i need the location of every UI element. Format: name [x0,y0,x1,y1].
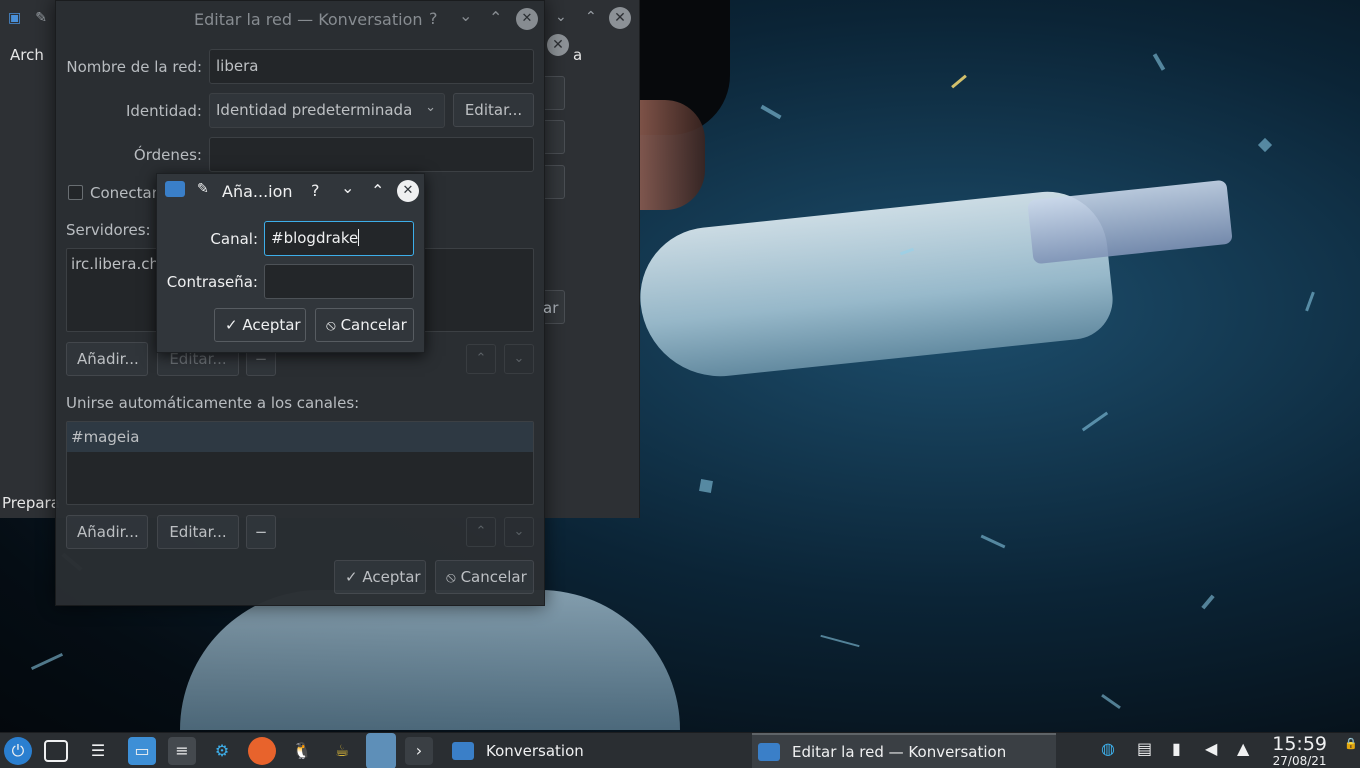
network-globe-icon[interactable]: ◍ [1101,739,1115,758]
help-icon[interactable]: ? [429,9,438,28]
printer-icon[interactable]: ▤ [1137,739,1152,758]
channel-cancel-button[interactable]: ⦸ Cancelar [315,308,414,342]
show-desktop-icon[interactable] [44,740,68,762]
file-manager-icon[interactable]: ▭ [128,737,156,765]
task-edit-network[interactable]: Editar la red — Konversation [752,733,1056,768]
task-label: Editar la red — Konversation [792,743,1007,761]
channels-remove-button[interactable]: − [246,515,276,549]
chevron-down-icon: ⌄ [425,100,436,115]
menu-partial-right: a [573,46,583,64]
menu-archivo[interactable]: Arch [10,46,44,64]
dialog-title: Aña...ion [222,182,293,201]
lock-icon[interactable]: 🔒 [1344,737,1358,750]
server-move-down-button[interactable]: ⌄ [504,344,534,374]
status-bar-text: Prepara [2,494,60,512]
terminal-icon[interactable]: › [405,737,433,765]
channel-move-down-button[interactable]: ⌄ [504,517,534,547]
background-button-3[interactable] [543,165,565,199]
close-tab-icon[interactable]: ✕ [547,34,569,56]
network-name-label: Nombre de la red: [66,58,202,76]
identity-edit-button[interactable]: Editar... [453,93,534,127]
application-launcher-icon[interactable]: ⏻ [4,737,32,765]
background-button-2[interactable] [543,120,565,154]
network-ok-button[interactable]: ✓ Aceptar [334,560,426,594]
konversation-icon [165,181,185,197]
konversation-icon [758,743,780,761]
connect-checkbox-label: Conectar [90,184,158,202]
servers-add-button[interactable]: Añadir... [66,342,148,376]
help-icon[interactable]: ? [311,181,320,200]
channels-add-button[interactable]: Añadir... [66,515,148,549]
password-label: Contraseña: [166,273,258,291]
text-cursor [358,229,360,246]
connect-checkbox[interactable] [68,185,83,200]
channels-list[interactable]: #mageia [66,421,534,505]
server-move-up-button[interactable]: ⌃ [466,344,496,374]
identity-select[interactable]: Identidad predeterminada ⌄ [209,93,445,128]
add-channel-titlebar: ✎ Aña...ion ? ⌄ ⌃ ✕ [157,174,424,208]
taskbar: ⏻ ☰ ▭ ≡ ⚙ 🐧 ☕ › Konversation Editar la r… [0,732,1360,768]
pin-icon[interactable]: ✎ [35,10,47,26]
expand-tray-icon[interactable]: ▲ [1237,739,1249,758]
system-settings-icon[interactable]: ☰ [84,737,112,765]
minimize-icon[interactable]: ⌄ [459,6,472,25]
pin-icon[interactable]: ✎ [197,181,209,197]
servers-label: Servidores: [66,221,151,239]
desktop-pager-icon[interactable] [366,733,396,768]
control-center-icon[interactable]: ≡ [168,737,196,765]
identity-value: Identidad predeterminada [216,101,413,119]
close-icon[interactable]: ✕ [609,7,631,29]
maximize-icon[interactable]: ⌃ [585,9,597,25]
ok-label: Aceptar [362,568,421,586]
background-button-1[interactable] [543,76,565,110]
clock[interactable]: 15:59 27/08/21 [1272,734,1327,768]
dialog-title: Editar la red — Konversation [194,10,423,29]
check-icon: ✓ [345,568,358,586]
autojoin-label: Unirse automáticamente a los canales: [66,394,360,412]
maximize-icon[interactable]: ⌃ [489,8,502,27]
commands-input[interactable] [209,137,534,172]
cancel-label: Cancelar [460,568,527,586]
background-partial-button[interactable]: ar [543,299,558,317]
package-manager-icon[interactable]: ☕ [328,737,356,765]
channel-ok-button[interactable]: ✓ Aceptar [214,308,306,342]
channel-label: Canal: [210,230,258,248]
minimize-icon[interactable]: ⌄ [555,9,567,25]
channel-move-up-button[interactable]: ⌃ [466,517,496,547]
konversation-icon[interactable]: ▣ [8,10,21,26]
channel-value: #blogdrake [271,229,359,247]
channels-edit-button[interactable]: Editar... [157,515,239,549]
identity-label: Identidad: [125,102,202,120]
password-input[interactable] [264,264,414,299]
konversation-icon [452,742,474,760]
minimize-icon[interactable]: ⌄ [341,178,354,197]
channel-input[interactable]: #blogdrake [264,221,414,256]
settings-gear-icon[interactable]: ⚙ [208,737,236,765]
clock-time: 15:59 [1272,733,1327,755]
channel-item[interactable]: #mageia [67,422,533,452]
clipboard-icon[interactable]: ▮ [1172,739,1181,758]
cancel-icon: ⦸ [446,568,456,586]
add-channel-dialog: ✎ Aña...ion ? ⌄ ⌃ ✕ Canal: #blogdrake Co… [156,173,425,353]
close-icon[interactable]: ✕ [397,180,419,202]
firefox-icon[interactable] [248,737,276,765]
maximize-icon[interactable]: ⌃ [371,181,384,200]
cancel-label: Cancelar [340,316,407,334]
ok-label: Aceptar [242,316,301,334]
network-name-input[interactable]: libera [209,49,534,84]
cancel-icon: ⦸ [326,316,336,334]
chat-client-icon[interactable]: 🐧 [288,737,316,765]
edit-network-titlebar: Editar la red — Konversation ? ⌄ ⌃ ✕ [56,1,544,38]
task-label: Konversation [486,742,584,760]
task-konversation[interactable]: Konversation [446,733,748,768]
volume-icon[interactable]: ◀ [1205,739,1217,758]
clock-date: 27/08/21 [1272,754,1327,768]
network-cancel-button[interactable]: ⦸ Cancelar [435,560,534,594]
close-icon[interactable]: ✕ [516,8,538,30]
check-icon: ✓ [225,316,238,334]
commands-label: Órdenes: [133,146,202,164]
